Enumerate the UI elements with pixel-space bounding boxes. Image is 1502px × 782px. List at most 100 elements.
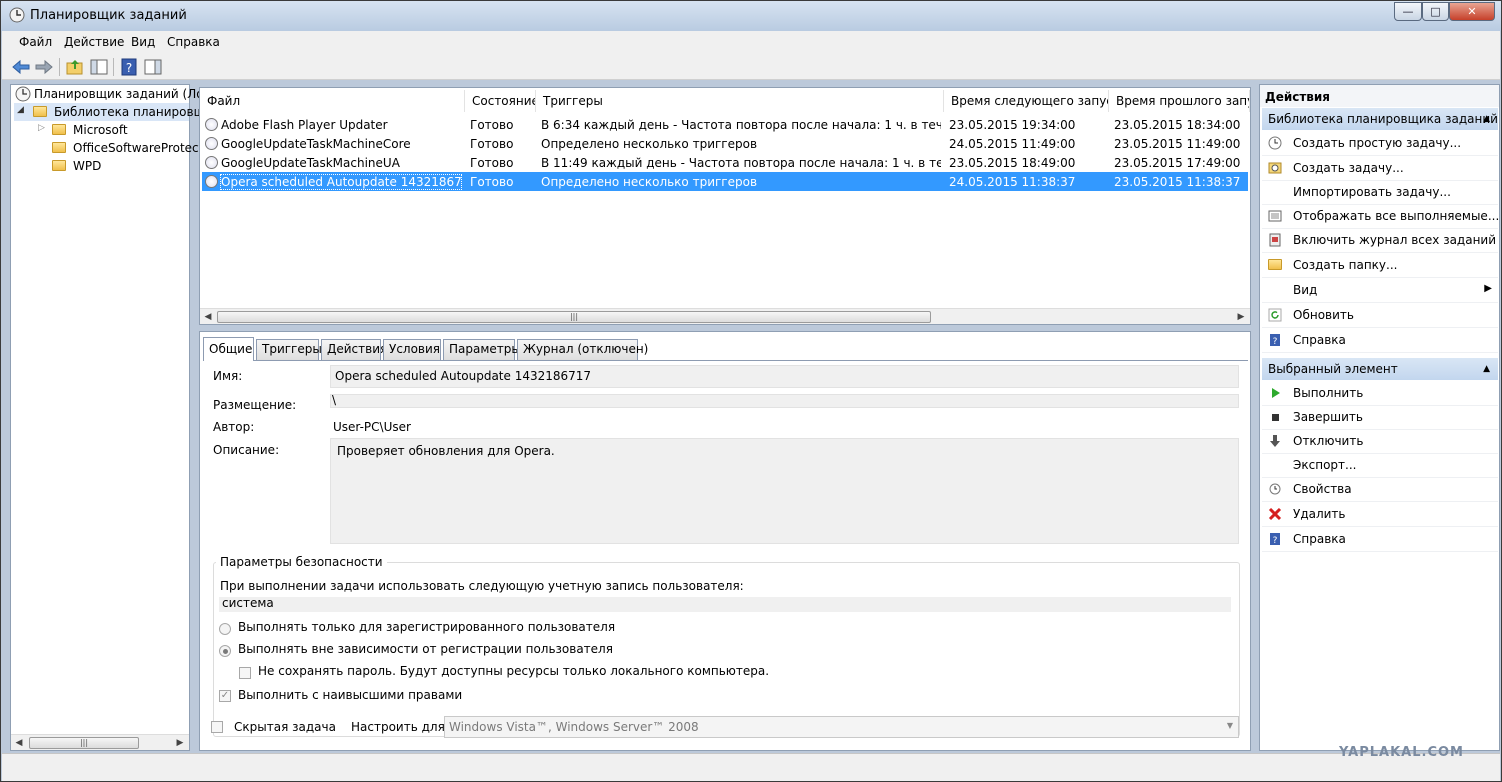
tab-history[interactable]: Журнал (отключен): [517, 339, 648, 360]
menu-action[interactable]: Действие: [64, 35, 124, 49]
action-create-folder[interactable]: Создать папку...: [1262, 253, 1498, 278]
section-library-header[interactable]: Библиотека планировщика заданий ▲: [1262, 108, 1498, 130]
task-last-run: 23.05.2015 18:34:00: [1114, 118, 1241, 132]
action-refresh[interactable]: Обновить: [1262, 303, 1498, 328]
task-list-horizontal-scrollbar[interactable]: ◀ ||| ▶: [200, 308, 1250, 324]
tree-library[interactable]: ◢ Библиотека планировщ: [14, 103, 205, 121]
tree-root[interactable]: Планировщик заданий (Лок: [14, 85, 211, 103]
collapsed-triangle-icon[interactable]: ▷: [38, 123, 45, 133]
tree-folder-microsoft[interactable]: ▷ Microsoft: [14, 121, 189, 139]
tab-actions[interactable]: Действия: [321, 339, 387, 360]
maximize-button[interactable]: □: [1422, 2, 1449, 21]
scroll-right-icon[interactable]: ▶: [1234, 310, 1248, 324]
configure-for-dropdown[interactable]: Windows Vista™, Windows Server™ 2008 ▼: [444, 716, 1239, 738]
task-clock-icon: [205, 137, 218, 150]
hidden-task-checkbox[interactable]: [211, 721, 223, 733]
task-next-run: 24.05.2015 11:38:37: [949, 175, 1076, 189]
table-row-selected[interactable]: Opera scheduled Autoupdate 1432186717 Го…: [202, 172, 1248, 191]
security-title: Параметры безопасности: [216, 555, 387, 569]
chevron-down-icon: ▼: [1226, 721, 1233, 730]
minimize-button[interactable]: —: [1394, 2, 1422, 21]
menu-help[interactable]: Справка: [167, 35, 220, 49]
action-create-task[interactable]: Создать задачу...: [1262, 156, 1498, 181]
menu-view[interactable]: Вид: [131, 35, 155, 49]
tree-folder-label: WPD: [73, 159, 102, 173]
close-button[interactable]: ✕: [1449, 2, 1495, 21]
tree-folder-office[interactable]: OfficeSoftwareProtect: [14, 139, 203, 157]
menu-file[interactable]: Файл: [19, 35, 52, 49]
forward-arrow-icon[interactable]: [34, 57, 54, 77]
action-run[interactable]: Выполнить: [1262, 381, 1498, 406]
svg-text:?: ?: [1273, 536, 1278, 546]
collapse-icon[interactable]: ▲: [1483, 358, 1490, 380]
action-show-running[interactable]: Отображать все выполняемые...: [1262, 204, 1499, 229]
tab-conditions[interactable]: Условия: [383, 339, 441, 360]
column-header[interactable]: Состояние: [465, 90, 536, 112]
location-label: Размещение:: [213, 398, 297, 412]
table-row[interactable]: GoogleUpdateTaskMachineCore Готово Опред…: [202, 134, 1248, 153]
radio-logged-on[interactable]: [219, 623, 231, 635]
table-row[interactable]: GoogleUpdateTaskMachineUA Готово В 11:49…: [202, 153, 1248, 172]
up-folder-icon[interactable]: [65, 57, 85, 77]
description-field[interactable]: Проверяет обновления для Opera.: [330, 438, 1239, 544]
scroll-left-icon[interactable]: ◀: [12, 736, 26, 750]
tree-horizontal-scrollbar[interactable]: ◀ ||| ▶: [11, 734, 189, 750]
security-group: Параметры безопасности При выполнении за…: [213, 555, 1240, 737]
running-tasks-icon: [1268, 210, 1282, 222]
column-header[interactable]: Время следующего запуска: [944, 90, 1109, 112]
actions-title: Действия: [1260, 85, 1499, 107]
window-title: Планировщик заданий: [30, 8, 187, 23]
action-create-basic-task[interactable]: Создать простую задачу...: [1262, 131, 1498, 156]
tab-general[interactable]: Общие: [203, 337, 254, 361]
radio-always[interactable]: [219, 645, 231, 657]
action-enable-history[interactable]: Включить журнал всех заданий: [1262, 228, 1498, 253]
action-label: Создать папку...: [1293, 258, 1398, 272]
tab-settings[interactable]: Параметры: [443, 339, 521, 360]
task-last-run: 23.05.2015 11:49:00: [1114, 137, 1241, 151]
tree-folder-wpd[interactable]: WPD: [14, 157, 189, 175]
svg-text:?: ?: [1273, 337, 1278, 347]
action-help[interactable]: ? Справка: [1262, 328, 1498, 353]
folder-clock-icon: [33, 106, 47, 117]
no-password-checkbox[interactable]: [239, 667, 251, 679]
show-hide-tree-icon[interactable]: [89, 57, 109, 77]
back-arrow-icon[interactable]: [11, 57, 31, 77]
action-label: Вид: [1293, 283, 1318, 297]
disable-icon: [1270, 435, 1280, 447]
table-row[interactable]: Adobe Flash Player Updater Готово В 6:34…: [202, 115, 1248, 134]
refresh-icon: [1268, 308, 1282, 322]
action-properties[interactable]: Свойства: [1262, 477, 1498, 502]
action-view[interactable]: Вид ▶: [1262, 278, 1498, 303]
create-basic-task-icon: [1268, 136, 1282, 150]
action-disable[interactable]: Отключить: [1262, 429, 1498, 454]
action-end[interactable]: Завершить: [1262, 405, 1498, 430]
collapse-icon[interactable]: ▲: [1483, 108, 1490, 130]
section-selected-header[interactable]: Выбранный элемент ▲: [1262, 358, 1498, 380]
name-field[interactable]: Opera scheduled Autoupdate 1432186717: [330, 365, 1239, 388]
scroll-thumb[interactable]: |||: [29, 737, 139, 749]
action-delete[interactable]: Удалить: [1262, 502, 1498, 527]
properties-icon: [1269, 483, 1281, 495]
task-details-pane: Общие Триггеры Действия Условия Параметр…: [199, 331, 1251, 751]
scroll-left-icon[interactable]: ◀: [201, 310, 215, 324]
column-header[interactable]: Файл: [200, 90, 465, 112]
task-name: GoogleUpdateTaskMachineCore: [221, 137, 411, 151]
expand-triangle-icon[interactable]: ◢: [17, 105, 24, 115]
help-icon[interactable]: ?: [119, 57, 139, 77]
column-header[interactable]: Триггеры: [536, 90, 944, 112]
highest-privileges-checkbox[interactable]: ✓: [219, 690, 231, 702]
submenu-arrow-icon: ▶: [1484, 283, 1492, 294]
column-header[interactable]: Время прошлого запуск: [1109, 90, 1250, 112]
action-import-task[interactable]: Импортировать задачу...: [1262, 180, 1498, 205]
task-name: Opera scheduled Autoupdate 1432186717: [220, 174, 462, 190]
show-hide-action-pane-icon[interactable]: [143, 57, 163, 77]
scroll-thumb[interactable]: |||: [217, 311, 931, 323]
scroll-right-icon[interactable]: ▶: [173, 736, 187, 750]
tab-triggers[interactable]: Триггеры: [256, 339, 322, 360]
task-clock-icon: [205, 156, 218, 169]
actions-pane: Действия Библиотека планировщика заданий…: [1259, 84, 1500, 751]
task-next-run: 23.05.2015 18:49:00: [949, 156, 1076, 170]
action-export[interactable]: Экспорт...: [1262, 453, 1498, 478]
action-help-selected[interactable]: ? Справка: [1262, 527, 1498, 552]
section-library-title: Библиотека планировщика заданий: [1268, 112, 1498, 126]
